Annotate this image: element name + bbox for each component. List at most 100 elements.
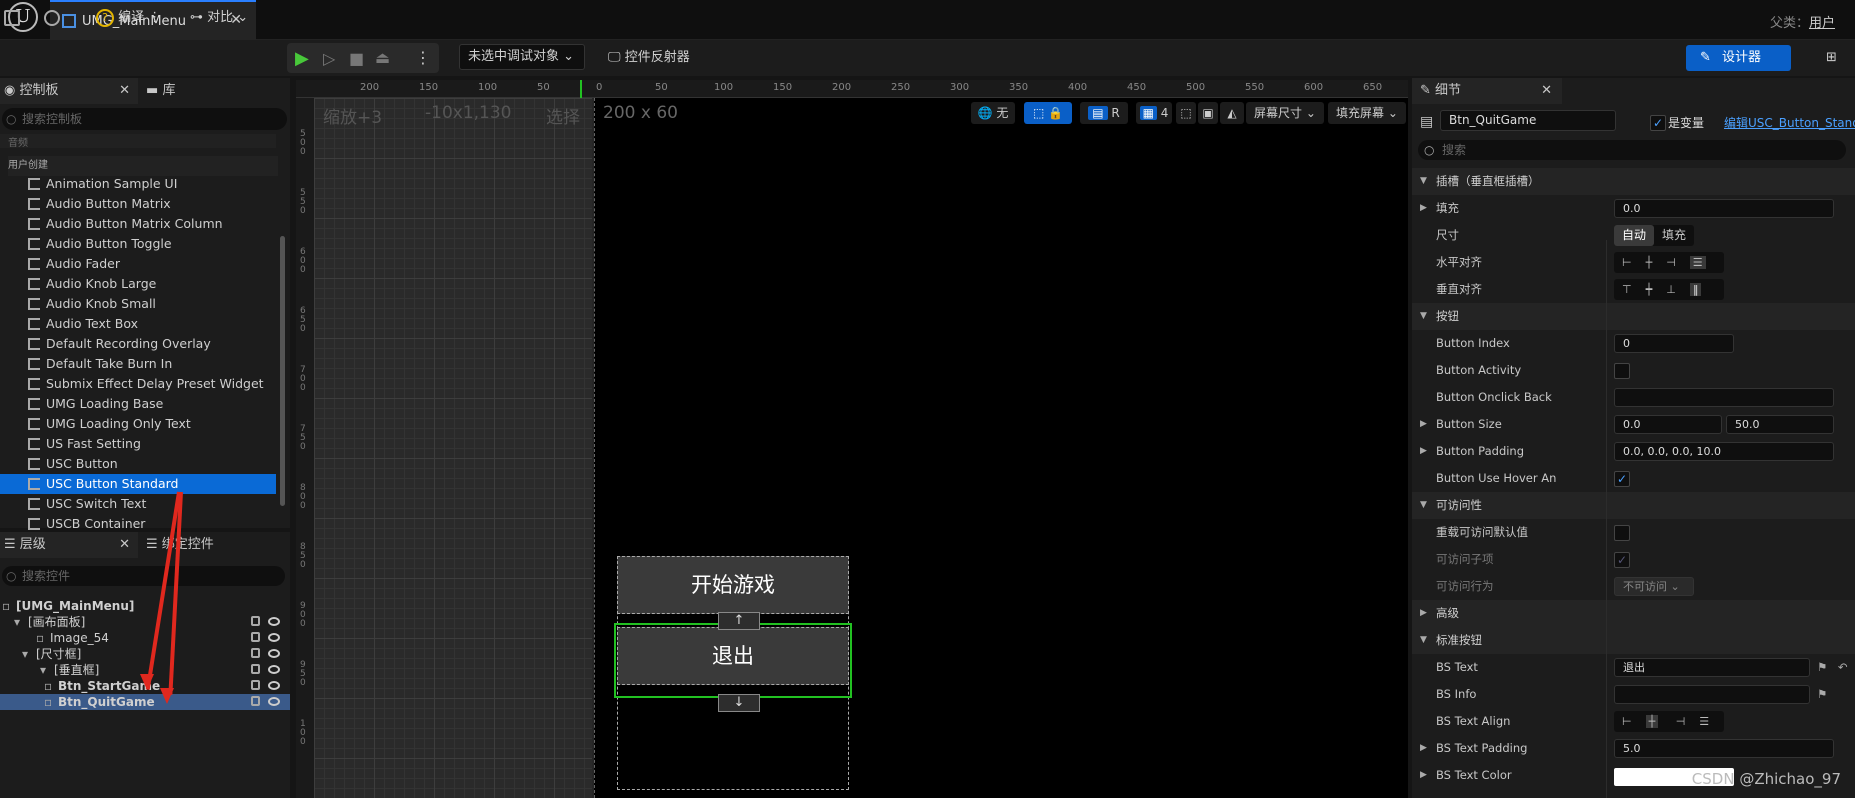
button-size-y-input[interactable]: 50.0 (1726, 415, 1834, 434)
tree-node-icon[interactable]: ▫ (2, 598, 10, 614)
play-icon[interactable]: ▶ (295, 48, 309, 69)
hierarchy-row[interactable]: ▫ Btn_QuitGame (0, 694, 290, 710)
valign-buttons[interactable]: ⊤┿⊥ ‖ (1614, 279, 1724, 300)
button-size-x-input[interactable]: 0.0 (1614, 415, 1722, 434)
palette-item[interactable]: USC Button Standard (0, 474, 276, 494)
tab-palette[interactable]: ◉ 控制板 ✕ (0, 78, 138, 104)
lock-icon[interactable] (251, 648, 260, 658)
is-variable-checkbox[interactable]: ✓ (1650, 115, 1666, 131)
section-standard-button[interactable]: ▼ 标准按钮 (1412, 627, 1855, 654)
button-hover-checkbox[interactable]: ✓ (1614, 471, 1630, 487)
halign-buttons[interactable]: ⊢┼⊣ ☰ (1614, 252, 1724, 273)
size-segmented[interactable]: 自动 填充 (1614, 225, 1695, 246)
palette-item[interactable]: Default Take Burn In (0, 354, 276, 374)
button-index-input[interactable]: 0 (1614, 334, 1734, 353)
category-user-created[interactable]: 用户创建 (8, 156, 278, 176)
palette-item[interactable]: USC Button (0, 454, 276, 474)
debug-object-select[interactable]: 未选中调试对象 ⌄ (459, 44, 585, 70)
move-up-button[interactable]: ↑ (718, 612, 760, 630)
tab-details[interactable]: ✎ 细节 ✕ (1412, 78, 1562, 104)
tab-bind-widgets[interactable]: ☰ 绑定控件 (142, 532, 282, 558)
tab-library[interactable]: ▬ 库 (142, 78, 282, 104)
palette-item[interactable]: Audio Text Box (0, 314, 276, 334)
palette-item[interactable]: Audio Button Matrix (0, 194, 276, 214)
grid-snap-toggle[interactable]: ▦ 4 (1136, 102, 1172, 124)
screen-size-dropdown[interactable]: 屏幕尺寸 ⌄ (1246, 102, 1324, 124)
close-icon[interactable]: ✕ (119, 78, 130, 104)
fill-screen-dropdown[interactable]: 填充屏幕 ⌄ (1328, 102, 1406, 124)
override-access-checkbox[interactable] (1614, 525, 1630, 541)
tree-node-icon[interactable]: ▾ (22, 646, 28, 662)
palette-item[interactable]: Audio Fader (0, 254, 276, 274)
section-accessibility[interactable]: ▼ 可访问性 (1412, 492, 1855, 519)
eye-icon[interactable] (268, 681, 280, 690)
tree-node-icon[interactable]: ▾ (40, 662, 46, 678)
localize-button[interactable]: 🌐 无 (971, 102, 1015, 124)
outline-toggle[interactable]: ⬚ 🔒 (1024, 102, 1072, 124)
button-onclick-input[interactable] (1614, 388, 1834, 407)
lock-icon[interactable] (251, 632, 260, 642)
palette-item[interactable]: Audio Button Matrix Column (0, 214, 276, 234)
start-game-button[interactable]: 开始游戏 (617, 556, 849, 614)
select-icon[interactable]: ⬚ (1176, 102, 1196, 124)
image-icon[interactable]: ▣ (1198, 102, 1218, 124)
lock-icon[interactable] (251, 616, 260, 626)
flag-icon[interactable]: ⚑ (1817, 654, 1827, 681)
palette-item[interactable]: Audio Knob Large (0, 274, 276, 294)
lock-icon[interactable] (251, 696, 260, 706)
hierarchy-row[interactable]: ▫ [UMG_MainMenu] (0, 598, 290, 614)
diff-button[interactable]: ⊶ 对比 ⌄ (190, 7, 248, 29)
compile-button[interactable]: ? 编译 ⋮ (96, 7, 161, 29)
palette-item[interactable]: Submix Effect Delay Preset Widget (0, 374, 276, 394)
eye-icon[interactable] (268, 665, 280, 674)
palette-item[interactable]: UMG Loading Only Text (0, 414, 276, 434)
eye-icon[interactable] (268, 633, 280, 642)
tree-node-icon[interactable]: ▾ (14, 614, 20, 630)
palette-scrollbar[interactable] (280, 236, 285, 506)
stop-icon[interactable]: ■ (349, 49, 364, 68)
save-icon[interactable] (4, 7, 20, 29)
hierarchy-row[interactable]: ▾ [画布面板] (0, 614, 290, 630)
hierarchy-search-input[interactable]: ○ 搜索控件 (2, 566, 285, 586)
browse-icon[interactable] (44, 7, 60, 29)
mirror-icon[interactable]: ◭ (1220, 102, 1244, 124)
bs-text-align-buttons[interactable]: ⊢ ┼ ⊣☰ (1614, 711, 1724, 732)
button-padding-input[interactable]: 0.0, 0.0, 0.0, 10.0 (1614, 442, 1834, 461)
tree-node-icon[interactable]: ▫ (44, 678, 52, 694)
size-auto-option[interactable]: 自动 (1614, 225, 1655, 246)
palette-item[interactable]: UMG Loading Base (0, 394, 276, 414)
play-options-icon[interactable]: ⋮ (415, 48, 431, 67)
button-activity-checkbox[interactable] (1614, 363, 1630, 379)
close-icon[interactable]: ✕ (1541, 78, 1552, 104)
close-icon[interactable]: ✕ (119, 532, 130, 558)
palette-item[interactable]: Default Recording Overlay (0, 334, 276, 354)
widget-reflector-button[interactable]: 🖵 控件反射器 (608, 47, 690, 69)
lock-icon[interactable] (251, 664, 260, 674)
eye-icon[interactable] (268, 649, 280, 658)
section-advanced[interactable]: ▶ 高级 (1412, 600, 1855, 627)
step-icon[interactable]: ▷ (323, 49, 335, 68)
size-fill-option[interactable]: 填充 (1654, 225, 1694, 246)
palette-item[interactable]: Animation Sample UI (0, 174, 276, 194)
lock-icon[interactable] (251, 680, 260, 690)
tree-node-icon[interactable]: ▫ (44, 694, 52, 710)
bs-info-input[interactable] (1614, 685, 1810, 704)
section-button[interactable]: ▼ 按钮 (1412, 303, 1855, 330)
reset-icon[interactable]: ↶ (1838, 654, 1848, 681)
graph-icon[interactable]: ⊞ (1826, 47, 1837, 69)
bs-text-padding-input[interactable]: 5.0 (1614, 739, 1834, 758)
details-search-input[interactable]: ○ 搜索 (1418, 140, 1846, 160)
respect-locks-toggle[interactable]: ▤ R (1080, 102, 1128, 124)
widget-name-input[interactable]: Btn_QuitGame (1440, 110, 1616, 131)
fill-value-input[interactable]: 0.0 (1614, 199, 1834, 218)
palette-item[interactable]: US Fast Setting (0, 434, 276, 454)
edit-class-link[interactable]: 编辑USC_Button_Stand (1724, 114, 1855, 131)
palette-item[interactable]: USC Switch Text (0, 494, 276, 514)
move-down-button[interactable]: ↓ (718, 694, 760, 712)
hierarchy-row[interactable]: ▫ Image_54 (0, 630, 290, 646)
section-slot[interactable]: ▼ 插槽（垂直框插槽） (1412, 168, 1855, 195)
bs-text-input[interactable]: 退出 (1614, 658, 1810, 677)
eye-icon[interactable] (268, 697, 280, 706)
eject-icon[interactable]: ⏏ (375, 48, 390, 67)
palette-search-input[interactable]: ○ 搜索控制板 (2, 108, 287, 130)
